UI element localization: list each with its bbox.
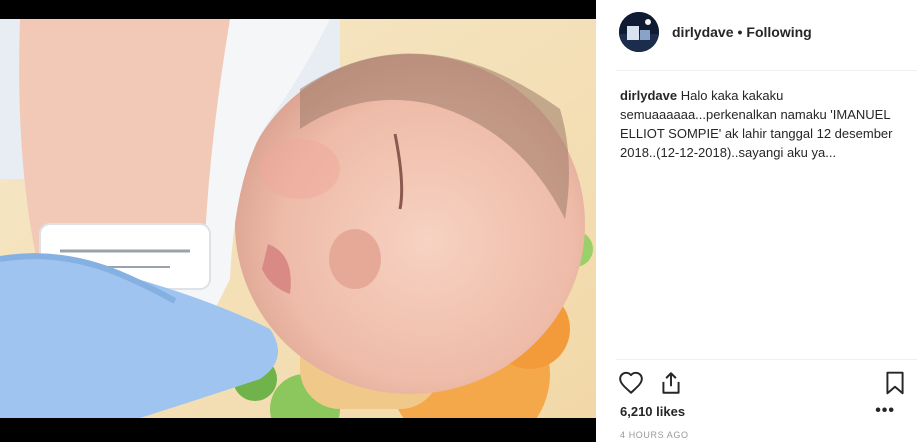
avatar-image — [619, 12, 659, 52]
header-divider — [616, 70, 917, 71]
caption: dirlydave Halo kaka kakaku semuaaaaaa...… — [620, 86, 904, 162]
newborn-photo — [0, 19, 596, 418]
more-options-button[interactable]: ••• — [875, 402, 895, 420]
share-icon[interactable] — [658, 370, 684, 396]
avatar[interactable] — [619, 12, 659, 52]
post-media — [0, 0, 596, 442]
action-bar — [596, 360, 917, 404]
caption-username[interactable]: dirlydave — [620, 88, 677, 103]
following-button[interactable]: Following — [746, 24, 811, 40]
heart-outline-icon[interactable] — [618, 370, 644, 396]
post-photo[interactable] — [0, 19, 596, 418]
separator-dot: • — [737, 24, 743, 40]
username-link[interactable]: dirlydave — [672, 24, 733, 40]
likes-count[interactable]: 6,210 likes — [620, 404, 685, 419]
header-text: dirlydave • Following — [672, 24, 812, 41]
post-timestamp[interactable]: 4 HOURS AGO — [620, 430, 689, 440]
instagram-post: dirlydave • Following dirlydave Halo kaka … — [0, 0, 917, 442]
post-sidebar: dirlydave • Following dirlydave Halo kaka … — [596, 0, 917, 442]
bookmark-icon[interactable] — [882, 370, 908, 396]
post-header: dirlydave • Following — [596, 0, 917, 70]
